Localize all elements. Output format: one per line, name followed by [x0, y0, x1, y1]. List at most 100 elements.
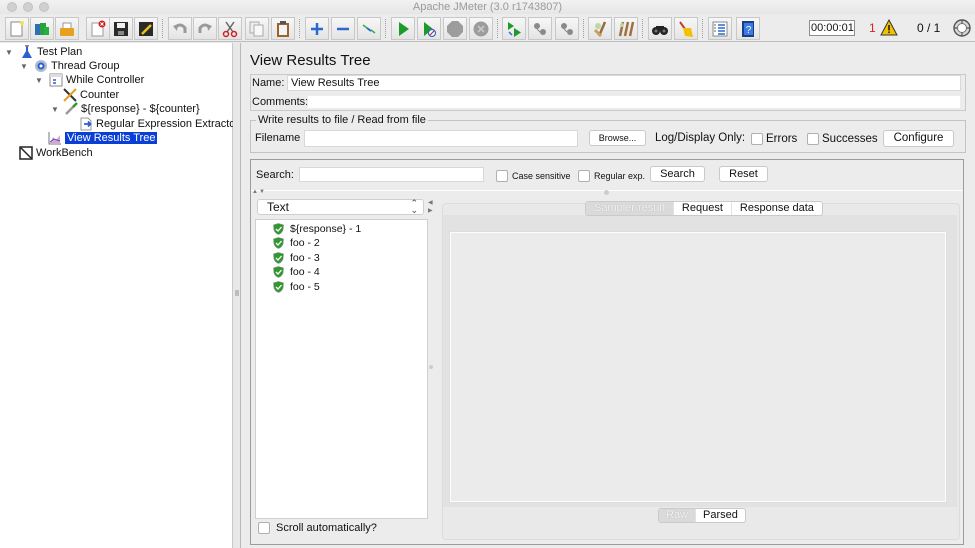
tree-item-thread-group[interactable]: ▼ Thread Group: [20, 59, 119, 73]
name-field[interactable]: View Results Tree: [287, 75, 961, 91]
close-icon: [91, 20, 106, 36]
remote-start-all-button[interactable]: [502, 17, 526, 40]
result-label: foo - 2: [290, 237, 320, 249]
templates-button[interactable]: [30, 17, 54, 40]
tree-item-regex-extractor[interactable]: Regular Expression Extractor: [79, 117, 239, 131]
help-button[interactable]: ?: [736, 17, 760, 40]
tab-parsed[interactable]: Parsed: [696, 509, 745, 522]
clear-button[interactable]: [588, 17, 612, 40]
start-no-pauses-button[interactable]: [417, 17, 441, 40]
stop-button[interactable]: [443, 17, 467, 40]
jmeter-window: Apache JMeter (3.0 r1743807) ? 00:00:01 …: [0, 0, 975, 548]
search-input[interactable]: [299, 167, 484, 182]
function-helper-button[interactable]: [708, 17, 732, 40]
name-label: Name:: [252, 77, 285, 89]
scroll-automatically-checkbox[interactable]: [258, 522, 270, 534]
shutdown-button[interactable]: [469, 17, 493, 40]
help-icon: ?: [742, 20, 754, 37]
success-shield-icon: [273, 223, 284, 235]
result-item[interactable]: ${response} - 1: [273, 222, 361, 236]
result-label: foo - 3: [290, 252, 320, 264]
configure-button[interactable]: Configure: [883, 130, 954, 147]
expand-toggle-icon[interactable]: ▼: [51, 105, 64, 114]
thread-group-icon: [34, 59, 48, 73]
errors-checkbox[interactable]: [751, 133, 763, 145]
detail-content-area[interactable]: [450, 232, 946, 502]
result-item[interactable]: foo - 5: [273, 280, 320, 294]
collapse-all-button[interactable]: [331, 17, 355, 40]
expand-toggle-icon[interactable]: ▼: [20, 62, 34, 71]
copy-button[interactable]: [245, 17, 269, 40]
shutdown-icon: [473, 21, 489, 36]
tree-label: Regular Expression Extractor: [96, 118, 240, 130]
search-button[interactable]: [648, 17, 672, 40]
open-button[interactable]: [55, 17, 79, 40]
comments-field[interactable]: [307, 95, 961, 109]
split-collapse-arrows-icon[interactable]: ▲▼: [252, 189, 266, 195]
tree-item-while-controller[interactable]: ▼ While Controller: [35, 73, 144, 87]
regular-exp-checkbox[interactable]: [578, 170, 590, 182]
svg-text:?: ?: [746, 25, 752, 36]
expand-all-button[interactable]: [305, 17, 329, 40]
vertical-split-arrows-icon[interactable]: ◀ ▶: [428, 199, 433, 215]
result-label: foo - 5: [290, 281, 320, 293]
tree-item-counter[interactable]: Counter: [63, 88, 119, 102]
tree-item-sampler[interactable]: ▼ ${response} - ${counter}: [51, 102, 200, 116]
toolbar-separator: [702, 19, 703, 38]
filename-field[interactable]: [304, 130, 578, 147]
start-no-timers-icon: [424, 21, 437, 37]
start-button[interactable]: [391, 17, 415, 40]
expand-toggle-icon[interactable]: ▼: [35, 76, 49, 85]
successes-checkbox[interactable]: [807, 133, 819, 145]
scroll-automatically-option[interactable]: Scroll automatically?: [258, 522, 377, 534]
remote-status-icon: [953, 19, 971, 37]
toggle-button[interactable]: [357, 17, 381, 40]
toolbar-separator: [162, 19, 163, 38]
tab-sampler-result[interactable]: Sampler result: [586, 202, 674, 215]
filename-label: Filename: [255, 132, 301, 144]
renderer-select-value: Text: [267, 200, 290, 214]
expand-toggle-icon[interactable]: ▼: [5, 48, 20, 57]
reset-search-button[interactable]: [674, 17, 698, 40]
remote-shutdown-all-button[interactable]: [555, 17, 579, 40]
vertical-split-grip-icon[interactable]: [429, 365, 433, 369]
success-shield-icon: [273, 266, 284, 278]
tree-item-workbench[interactable]: WorkBench: [19, 146, 93, 160]
save-icon: [114, 21, 128, 36]
tab-request[interactable]: Request: [674, 202, 732, 215]
tree-label: ${response} - ${counter}: [81, 103, 200, 115]
close-file-button[interactable]: [86, 17, 110, 40]
warning-icon[interactable]: [880, 19, 898, 36]
result-item[interactable]: foo - 2: [273, 236, 320, 250]
clear-all-icon: [618, 21, 635, 36]
paste-button[interactable]: [271, 17, 295, 40]
result-item[interactable]: foo - 3: [273, 251, 320, 265]
horizontal-split-grip-icon[interactable]: [604, 190, 609, 195]
success-shield-icon: [273, 237, 284, 249]
case-sensitive-checkbox[interactable]: [496, 170, 508, 182]
tree-item-test-plan[interactable]: ▼ Test Plan: [5, 45, 82, 59]
split-grip-icon[interactable]: [235, 290, 239, 296]
success-shield-icon: [273, 252, 284, 264]
new-button[interactable]: [5, 17, 29, 40]
tree-item-view-results-tree[interactable]: View Results Tree: [48, 131, 158, 145]
clear-all-button[interactable]: [614, 17, 638, 40]
tab-raw[interactable]: Raw: [659, 509, 697, 522]
renderer-select[interactable]: Text ⌃ ⌄: [257, 199, 424, 215]
toolbar-separator: [497, 19, 498, 38]
result-item[interactable]: foo - 4: [273, 265, 320, 279]
redo-button[interactable]: [193, 17, 217, 40]
tab-response-data[interactable]: Response data: [732, 202, 822, 215]
reset-button[interactable]: Reset: [719, 166, 768, 182]
remote-stop-all-button[interactable]: [528, 17, 552, 40]
tree-label: Thread Group: [51, 60, 120, 72]
undo-button[interactable]: [168, 17, 192, 40]
browse-button[interactable]: Browse...: [589, 130, 646, 146]
save-button[interactable]: [109, 17, 133, 40]
tree-label: Test Plan: [37, 46, 83, 58]
copy-icon: [249, 21, 264, 36]
save-as-button[interactable]: [134, 17, 158, 40]
cut-button[interactable]: [218, 17, 242, 40]
errors-label: Errors: [766, 133, 798, 145]
search-submit-button[interactable]: Search: [650, 166, 705, 182]
